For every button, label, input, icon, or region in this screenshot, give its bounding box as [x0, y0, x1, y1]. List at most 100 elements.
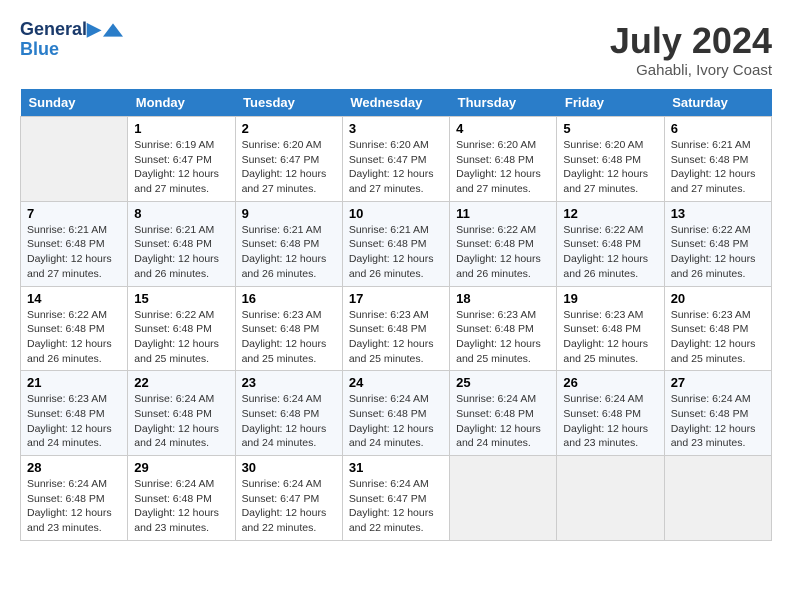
calendar-cell: 30Sunrise: 6:24 AMSunset: 6:47 PMDayligh…	[235, 456, 342, 541]
logo-text: General▶	[20, 20, 101, 40]
calendar-week-row: 21Sunrise: 6:23 AMSunset: 6:48 PMDayligh…	[21, 371, 772, 456]
day-info: Sunrise: 6:21 AMSunset: 6:48 PMDaylight:…	[349, 223, 443, 282]
day-info: Sunrise: 6:24 AMSunset: 6:48 PMDaylight:…	[242, 392, 336, 451]
calendar-cell: 29 Sunrise: 6:24 AMSunset: 6:48 PMDayligh…	[128, 456, 235, 541]
day-info: Sunrise: 6:21 AMSunset: 6:48 PMDaylight:…	[242, 223, 336, 282]
day-info: Sunrise: 6:24 AMSunset: 6:47 PMDaylight:…	[349, 477, 443, 536]
logo-blue-text: Blue	[20, 40, 123, 60]
calendar-cell	[664, 456, 771, 541]
calendar-cell: 28 Sunrise: 6:24 AMSunset: 6:48 PMDayligh…	[21, 456, 128, 541]
calendar-cell: 7 Sunrise: 6:21 AMSunset: 6:48 PMDaylight…	[21, 201, 128, 286]
day-info: Sunrise: 6:24 AMSunset: 6:48 PMDaylight:…	[27, 477, 121, 536]
day-info: Sunrise: 6:21 AMSunset: 6:48 PMDaylight:…	[671, 138, 765, 197]
day-info: Sunrise: 6:24 AMSunset: 6:48 PMDaylight:…	[349, 392, 443, 451]
day-number: 7	[27, 206, 121, 221]
title-block: July 2024 Gahabli, Ivory Coast	[610, 20, 772, 79]
calendar-cell: 27 Sunrise: 6:24 AMSunset: 6:48 PMDayligh…	[664, 371, 771, 456]
calendar-cell: 1 Sunrise: 6:19 AMSunset: 6:47 PMDaylight…	[128, 117, 235, 202]
day-info: Sunrise: 6:21 AMSunset: 6:48 PMDaylight:…	[27, 223, 121, 282]
calendar-cell: 31 Sunrise: 6:24 AMSunset: 6:47 PMDayligh…	[342, 456, 449, 541]
calendar-cell: 21Sunrise: 6:23 AMSunset: 6:48 PMDayligh…	[21, 371, 128, 456]
day-info: Sunrise: 6:23 AMSunset: 6:48 PMDaylight:…	[456, 308, 550, 367]
day-number: 5	[563, 121, 657, 136]
calendar-cell: 25 Sunrise: 6:24 AMSunset: 6:48 PMDayligh…	[450, 371, 557, 456]
day-info: Sunrise: 6:20 AMSunset: 6:47 PMDaylight:…	[242, 138, 336, 197]
day-number: 17	[349, 291, 443, 306]
calendar-table: SundayMondayTuesdayWednesdayThursdayFrid…	[20, 89, 772, 541]
weekday-header: Wednesday	[342, 89, 449, 117]
day-info: Sunrise: 6:23 AMSunset: 6:48 PMDaylight:…	[242, 308, 336, 367]
day-number: 8	[134, 206, 228, 221]
calendar-cell: 20Sunrise: 6:23 AMSunset: 6:48 PMDayligh…	[664, 286, 771, 371]
day-number: 4	[456, 121, 550, 136]
calendar-cell: 5Sunrise: 6:20 AMSunset: 6:48 PMDaylight…	[557, 117, 664, 202]
weekday-header: Friday	[557, 89, 664, 117]
day-number: 24	[349, 375, 443, 390]
day-number: 12	[563, 206, 657, 221]
day-number: 27	[671, 375, 765, 390]
calendar-cell	[450, 456, 557, 541]
day-number: 26	[563, 375, 657, 390]
calendar-week-row: 1 Sunrise: 6:19 AMSunset: 6:47 PMDaylight…	[21, 117, 772, 202]
calendar-cell: 24 Sunrise: 6:24 AMSunset: 6:48 PMDayligh…	[342, 371, 449, 456]
day-number: 25	[456, 375, 550, 390]
day-number: 16	[242, 291, 336, 306]
calendar-cell: 10 Sunrise: 6:21 AMSunset: 6:48 PMDayligh…	[342, 201, 449, 286]
day-number: 15	[134, 291, 228, 306]
day-number: 21	[27, 375, 121, 390]
day-number: 18	[456, 291, 550, 306]
weekday-header: Sunday	[21, 89, 128, 117]
day-number: 3	[349, 121, 443, 136]
day-info: Sunrise: 6:22 AMSunset: 6:48 PMDaylight:…	[456, 223, 550, 282]
day-info: Sunrise: 6:24 AMSunset: 6:48 PMDaylight:…	[134, 392, 228, 451]
logo: General▶ Blue	[20, 20, 123, 60]
calendar-cell: 22 Sunrise: 6:24 AMSunset: 6:48 PMDayligh…	[128, 371, 235, 456]
calendar-week-row: 14 Sunrise: 6:22 AMSunset: 6:48 PMDayligh…	[21, 286, 772, 371]
calendar-cell: 4 Sunrise: 6:20 AMSunset: 6:48 PMDaylight…	[450, 117, 557, 202]
day-number: 31	[349, 460, 443, 475]
calendar-cell: 6 Sunrise: 6:21 AMSunset: 6:48 PMDaylight…	[664, 117, 771, 202]
day-number: 22	[134, 375, 228, 390]
day-number: 9	[242, 206, 336, 221]
calendar-cell: 2 Sunrise: 6:20 AMSunset: 6:47 PMDaylight…	[235, 117, 342, 202]
day-number: 14	[27, 291, 121, 306]
day-number: 6	[671, 121, 765, 136]
day-info: Sunrise: 6:24 AMSunset: 6:48 PMDaylight:…	[134, 477, 228, 536]
day-info: Sunrise: 6:20 AMSunset: 6:48 PMDaylight:…	[456, 138, 550, 197]
day-number: 11	[456, 206, 550, 221]
calendar-cell: 16 Sunrise: 6:23 AMSunset: 6:48 PMDayligh…	[235, 286, 342, 371]
day-info: Sunrise: 6:24 AMSunset: 6:48 PMDaylight:…	[671, 392, 765, 451]
day-info: Sunrise: 6:23 AMSunset: 6:48 PMDaylight:…	[563, 308, 657, 367]
weekday-header: Tuesday	[235, 89, 342, 117]
day-number: 10	[349, 206, 443, 221]
location: Gahabli, Ivory Coast	[610, 62, 772, 79]
calendar-week-row: 28 Sunrise: 6:24 AMSunset: 6:48 PMDayligh…	[21, 456, 772, 541]
day-info: Sunrise: 6:22 AMSunset: 6:48 PMDaylight:…	[563, 223, 657, 282]
calendar-cell: 8 Sunrise: 6:21 AMSunset: 6:48 PMDaylight…	[128, 201, 235, 286]
day-info: Sunrise: 6:22 AMSunset: 6:48 PMDaylight:…	[27, 308, 121, 367]
calendar-cell	[557, 456, 664, 541]
page-header: General▶ Blue July 2024 Gahabli, Ivory C…	[20, 20, 772, 79]
weekday-header: Monday	[128, 89, 235, 117]
day-info: Sunrise: 6:24 AMSunset: 6:47 PMDaylight:…	[242, 477, 336, 536]
day-number: 23	[242, 375, 336, 390]
weekday-header: Thursday	[450, 89, 557, 117]
calendar-cell: 26Sunrise: 6:24 AMSunset: 6:48 PMDayligh…	[557, 371, 664, 456]
day-number: 1	[134, 121, 228, 136]
calendar-cell: 14 Sunrise: 6:22 AMSunset: 6:48 PMDayligh…	[21, 286, 128, 371]
calendar-cell: 12 Sunrise: 6:22 AMSunset: 6:48 PMDayligh…	[557, 201, 664, 286]
calendar-cell	[21, 117, 128, 202]
day-number: 28	[27, 460, 121, 475]
calendar-header: SundayMondayTuesdayWednesdayThursdayFrid…	[21, 89, 772, 117]
day-info: Sunrise: 6:24 AMSunset: 6:48 PMDaylight:…	[456, 392, 550, 451]
day-info: Sunrise: 6:21 AMSunset: 6:48 PMDaylight:…	[134, 223, 228, 282]
weekday-header: Saturday	[664, 89, 771, 117]
day-info: Sunrise: 6:22 AMSunset: 6:48 PMDaylight:…	[671, 223, 765, 282]
calendar-week-row: 7 Sunrise: 6:21 AMSunset: 6:48 PMDaylight…	[21, 201, 772, 286]
day-info: Sunrise: 6:23 AMSunset: 6:48 PMDaylight:…	[349, 308, 443, 367]
month-year: July 2024	[610, 20, 772, 62]
day-number: 13	[671, 206, 765, 221]
day-number: 2	[242, 121, 336, 136]
day-info: Sunrise: 6:19 AMSunset: 6:47 PMDaylight:…	[134, 138, 228, 197]
day-number: 29	[134, 460, 228, 475]
